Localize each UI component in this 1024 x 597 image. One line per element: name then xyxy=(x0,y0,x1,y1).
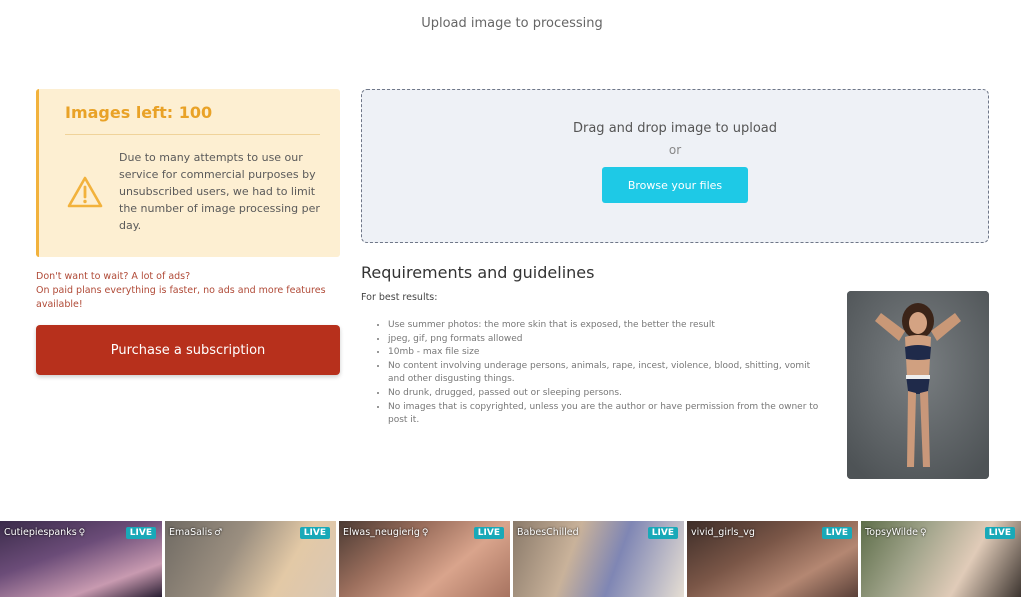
live-badge: LIVE xyxy=(473,527,504,539)
notice-body: Due to many attempts to use our service … xyxy=(65,149,320,234)
live-tile[interactable]: TopsyWilde ♀ LIVE xyxy=(861,521,1021,597)
upload-dropzone[interactable]: Drag and drop image to upload or Browse … xyxy=(361,89,989,243)
tile-username: Cutiepiespanks ♀ xyxy=(4,527,86,538)
live-tile[interactable]: Cutiepiespanks ♀ LIVE xyxy=(0,521,162,597)
live-tile[interactable]: EmaSalis ♂ LIVE xyxy=(165,521,336,597)
live-tile[interactable]: vivid_girls_vg LIVE xyxy=(687,521,858,597)
warning-icon xyxy=(67,176,103,207)
dropzone-heading: Drag and drop image to upload xyxy=(572,121,778,136)
promo-line-2: On paid plans everything is faster, no a… xyxy=(36,285,326,310)
live-badge: LIVE xyxy=(984,527,1015,539)
requirement-item: 10mb - max file size xyxy=(388,346,828,360)
page-title: Upload image to processing xyxy=(421,16,603,31)
requirement-item: No content involving underage persons, a… xyxy=(388,360,828,387)
requirements-title: Requirements and guidelines xyxy=(361,263,595,282)
live-badge: LIVE xyxy=(647,527,678,539)
requirements-list: Use summer photos: the more skin that is… xyxy=(388,319,828,428)
dropzone-or: or xyxy=(668,143,682,157)
live-tile[interactable]: BabesChilled LIVE xyxy=(513,521,684,597)
promo-line-1: Don't want to wait? A lot of ads? xyxy=(36,271,191,282)
notice-text: Due to many attempts to use our service … xyxy=(119,151,320,232)
requirement-item: No drunk, drugged, passed out or sleepin… xyxy=(388,387,828,401)
sample-photo xyxy=(847,291,989,479)
live-badge: LIVE xyxy=(299,527,330,539)
requirement-item: Use summer photos: the more skin that is… xyxy=(388,319,828,333)
tile-username: vivid_girls_vg xyxy=(691,527,755,538)
live-badge: LIVE xyxy=(125,527,156,539)
tile-username: EmaSalis ♂ xyxy=(169,527,223,538)
tile-username: BabesChilled xyxy=(517,527,579,538)
notice-divider xyxy=(65,134,320,135)
requirement-item: jpeg, gif, png formats allowed xyxy=(388,333,828,347)
images-left-notice: Images left: 100 Due to many attempts to… xyxy=(36,89,340,257)
images-left-title: Images left: 100 xyxy=(65,103,213,122)
live-tile[interactable]: Elwas_neugierig ♀ LIVE xyxy=(339,521,510,597)
live-badge: LIVE xyxy=(821,527,852,539)
browse-files-button[interactable]: Browse your files xyxy=(602,167,748,203)
requirement-item: No images that is copyrighted, unless yo… xyxy=(388,401,828,428)
tile-username: Elwas_neugierig ♀ xyxy=(343,527,429,538)
purchase-subscription-button[interactable]: Purchase a subscription xyxy=(36,325,340,375)
requirements-subtitle: For best results: xyxy=(361,292,438,303)
promo-text: Don't want to wait? A lot of ads? On pai… xyxy=(36,270,336,312)
sample-photo-figure xyxy=(847,291,989,479)
tile-username: TopsyWilde ♀ xyxy=(865,527,927,538)
live-cams-strip: Cutiepiespanks ♀ LIVE EmaSalis ♂ LIVE Elwa… xyxy=(0,521,1024,597)
